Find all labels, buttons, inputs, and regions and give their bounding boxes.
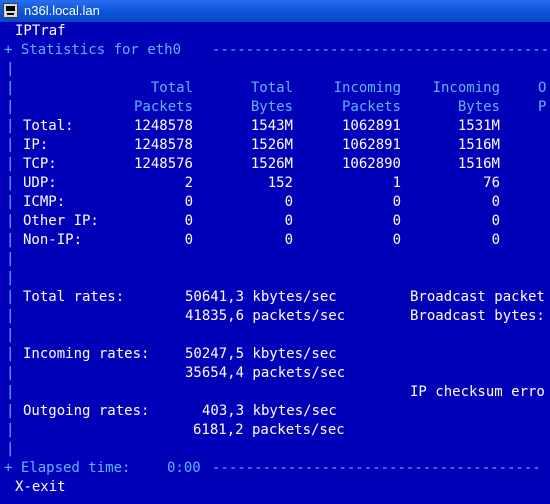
- left-border: |: [6, 365, 15, 381]
- outgoing-rates-packets: 6181,2 packets/sec: [193, 422, 345, 438]
- incoming-rates-label: Incoming rates:: [23, 346, 150, 362]
- cell-total-bytes: 1526M: [250, 156, 293, 172]
- col-header-total-packets-1: Total: [150, 80, 193, 96]
- row-label: TCP:: [23, 156, 57, 172]
- col-header-incoming-packets-2: Packets: [341, 99, 401, 115]
- left-border: |: [6, 422, 15, 438]
- left-border: |: [6, 61, 15, 77]
- cell-incoming-packets: 0: [392, 232, 401, 248]
- left-border: |: [6, 441, 15, 457]
- cell-incoming-bytes: 1531M: [457, 118, 500, 134]
- cell-total-bytes: 152: [267, 175, 293, 191]
- elapsed-time-dashes: ---------------------------------------: [212, 460, 541, 476]
- col-header-incoming-bytes-2: Bytes: [457, 99, 500, 115]
- cell-incoming-packets: 0: [392, 194, 401, 210]
- left-border: |: [6, 346, 15, 362]
- cell-total-packets: 1248576: [133, 156, 193, 172]
- stats-header-label: + Statistics for eth0: [4, 42, 190, 58]
- cell-total-bytes: 1526M: [250, 137, 293, 153]
- cell-total-bytes: 0: [284, 213, 293, 229]
- incoming-rates-packets: 35654,4 packets/sec: [185, 365, 346, 381]
- terminal-screen[interactable]: IPTraf + Statistics for eth0 -----------…: [0, 22, 550, 504]
- cell-incoming-bytes: 0: [491, 232, 500, 248]
- cell-total-packets: 0: [184, 213, 193, 229]
- cell-incoming-bytes: 1516M: [457, 156, 500, 172]
- ip-checksum-errors-label: IP checksum erro: [410, 384, 545, 400]
- col-header-outgoing-packets-1: O: [538, 80, 547, 96]
- col-header-outgoing-packets-2: P: [538, 99, 547, 115]
- row-label: Total:: [23, 118, 74, 134]
- cell-total-packets: 2: [184, 175, 193, 191]
- left-border: |: [6, 194, 15, 210]
- left-border: |: [6, 403, 15, 419]
- elapsed-time-value: 0:00: [167, 460, 201, 476]
- row-label: IP:: [23, 137, 49, 153]
- left-border: |: [6, 384, 15, 400]
- left-border: |: [6, 156, 15, 172]
- col-header-incoming-packets-1: Incoming: [333, 80, 401, 96]
- cell-incoming-bytes: 0: [491, 213, 500, 229]
- total-rates-kbytes: 50641,3 kbytes/sec: [185, 289, 337, 305]
- left-border: |: [6, 232, 15, 248]
- stats-header-dashes: ----------------------------------------…: [212, 42, 550, 58]
- outgoing-rates-kbytes: 403,3 kbytes/sec: [202, 403, 337, 419]
- terminal-app-icon[interactable]: [3, 3, 18, 18]
- cell-total-packets: 0: [184, 194, 193, 210]
- cell-total-bytes: 1543M: [250, 118, 293, 134]
- left-border: |: [6, 99, 15, 115]
- col-header-incoming-bytes-1: Incoming: [432, 80, 500, 96]
- cell-incoming-packets: 0: [392, 213, 401, 229]
- broadcast-bytes-label: Broadcast bytes:: [410, 308, 545, 324]
- row-label: Other IP:: [23, 213, 99, 229]
- cell-incoming-packets: 1062891: [341, 137, 401, 153]
- col-header-total-bytes-2: Bytes: [250, 99, 293, 115]
- left-border: |: [6, 289, 15, 305]
- left-border: |: [6, 308, 15, 324]
- cell-incoming-bytes: 76: [483, 175, 500, 191]
- row-label: ICMP:: [23, 194, 66, 210]
- cell-total-packets: 0: [184, 232, 193, 248]
- elapsed-time-label: + Elapsed time:: [4, 460, 131, 476]
- cell-incoming-packets: 1: [392, 175, 401, 191]
- left-border: |: [6, 213, 15, 229]
- app-name: IPTraf: [15, 23, 66, 39]
- left-border: |: [6, 270, 15, 286]
- window-title: n36l.local.lan: [24, 3, 100, 18]
- left-border: |: [6, 118, 15, 134]
- total-rates-packets: 41835,6 packets/sec: [185, 308, 346, 324]
- left-border: |: [6, 175, 15, 191]
- row-label: Non-IP:: [23, 232, 83, 248]
- exit-hint[interactable]: X-exit: [15, 478, 66, 497]
- left-border: |: [6, 251, 15, 267]
- cell-total-bytes: 0: [284, 194, 293, 210]
- cell-total-packets: 1248578: [133, 118, 193, 134]
- left-border: |: [6, 137, 15, 153]
- broadcast-packets-label: Broadcast packet: [410, 289, 545, 305]
- cell-incoming-packets: 1062891: [341, 118, 401, 134]
- outgoing-rates-label: Outgoing rates:: [23, 403, 150, 419]
- col-header-total-packets-2: Packets: [133, 99, 193, 115]
- cell-incoming-packets: 1062890: [341, 156, 401, 172]
- left-border: |: [6, 327, 15, 343]
- cell-incoming-bytes: 1516M: [457, 137, 500, 153]
- total-rates-label: Total rates:: [23, 289, 125, 305]
- row-label: UDP:: [23, 175, 57, 191]
- window-titlebar[interactable]: n36l.local.lan: [0, 0, 550, 22]
- cell-incoming-bytes: 0: [491, 194, 500, 210]
- left-border: |: [6, 80, 15, 96]
- cell-total-bytes: 0: [284, 232, 293, 248]
- col-header-total-bytes-1: Total: [250, 80, 293, 96]
- incoming-rates-kbytes: 50247,5 kbytes/sec: [185, 346, 337, 362]
- cell-total-packets: 1248578: [133, 137, 193, 153]
